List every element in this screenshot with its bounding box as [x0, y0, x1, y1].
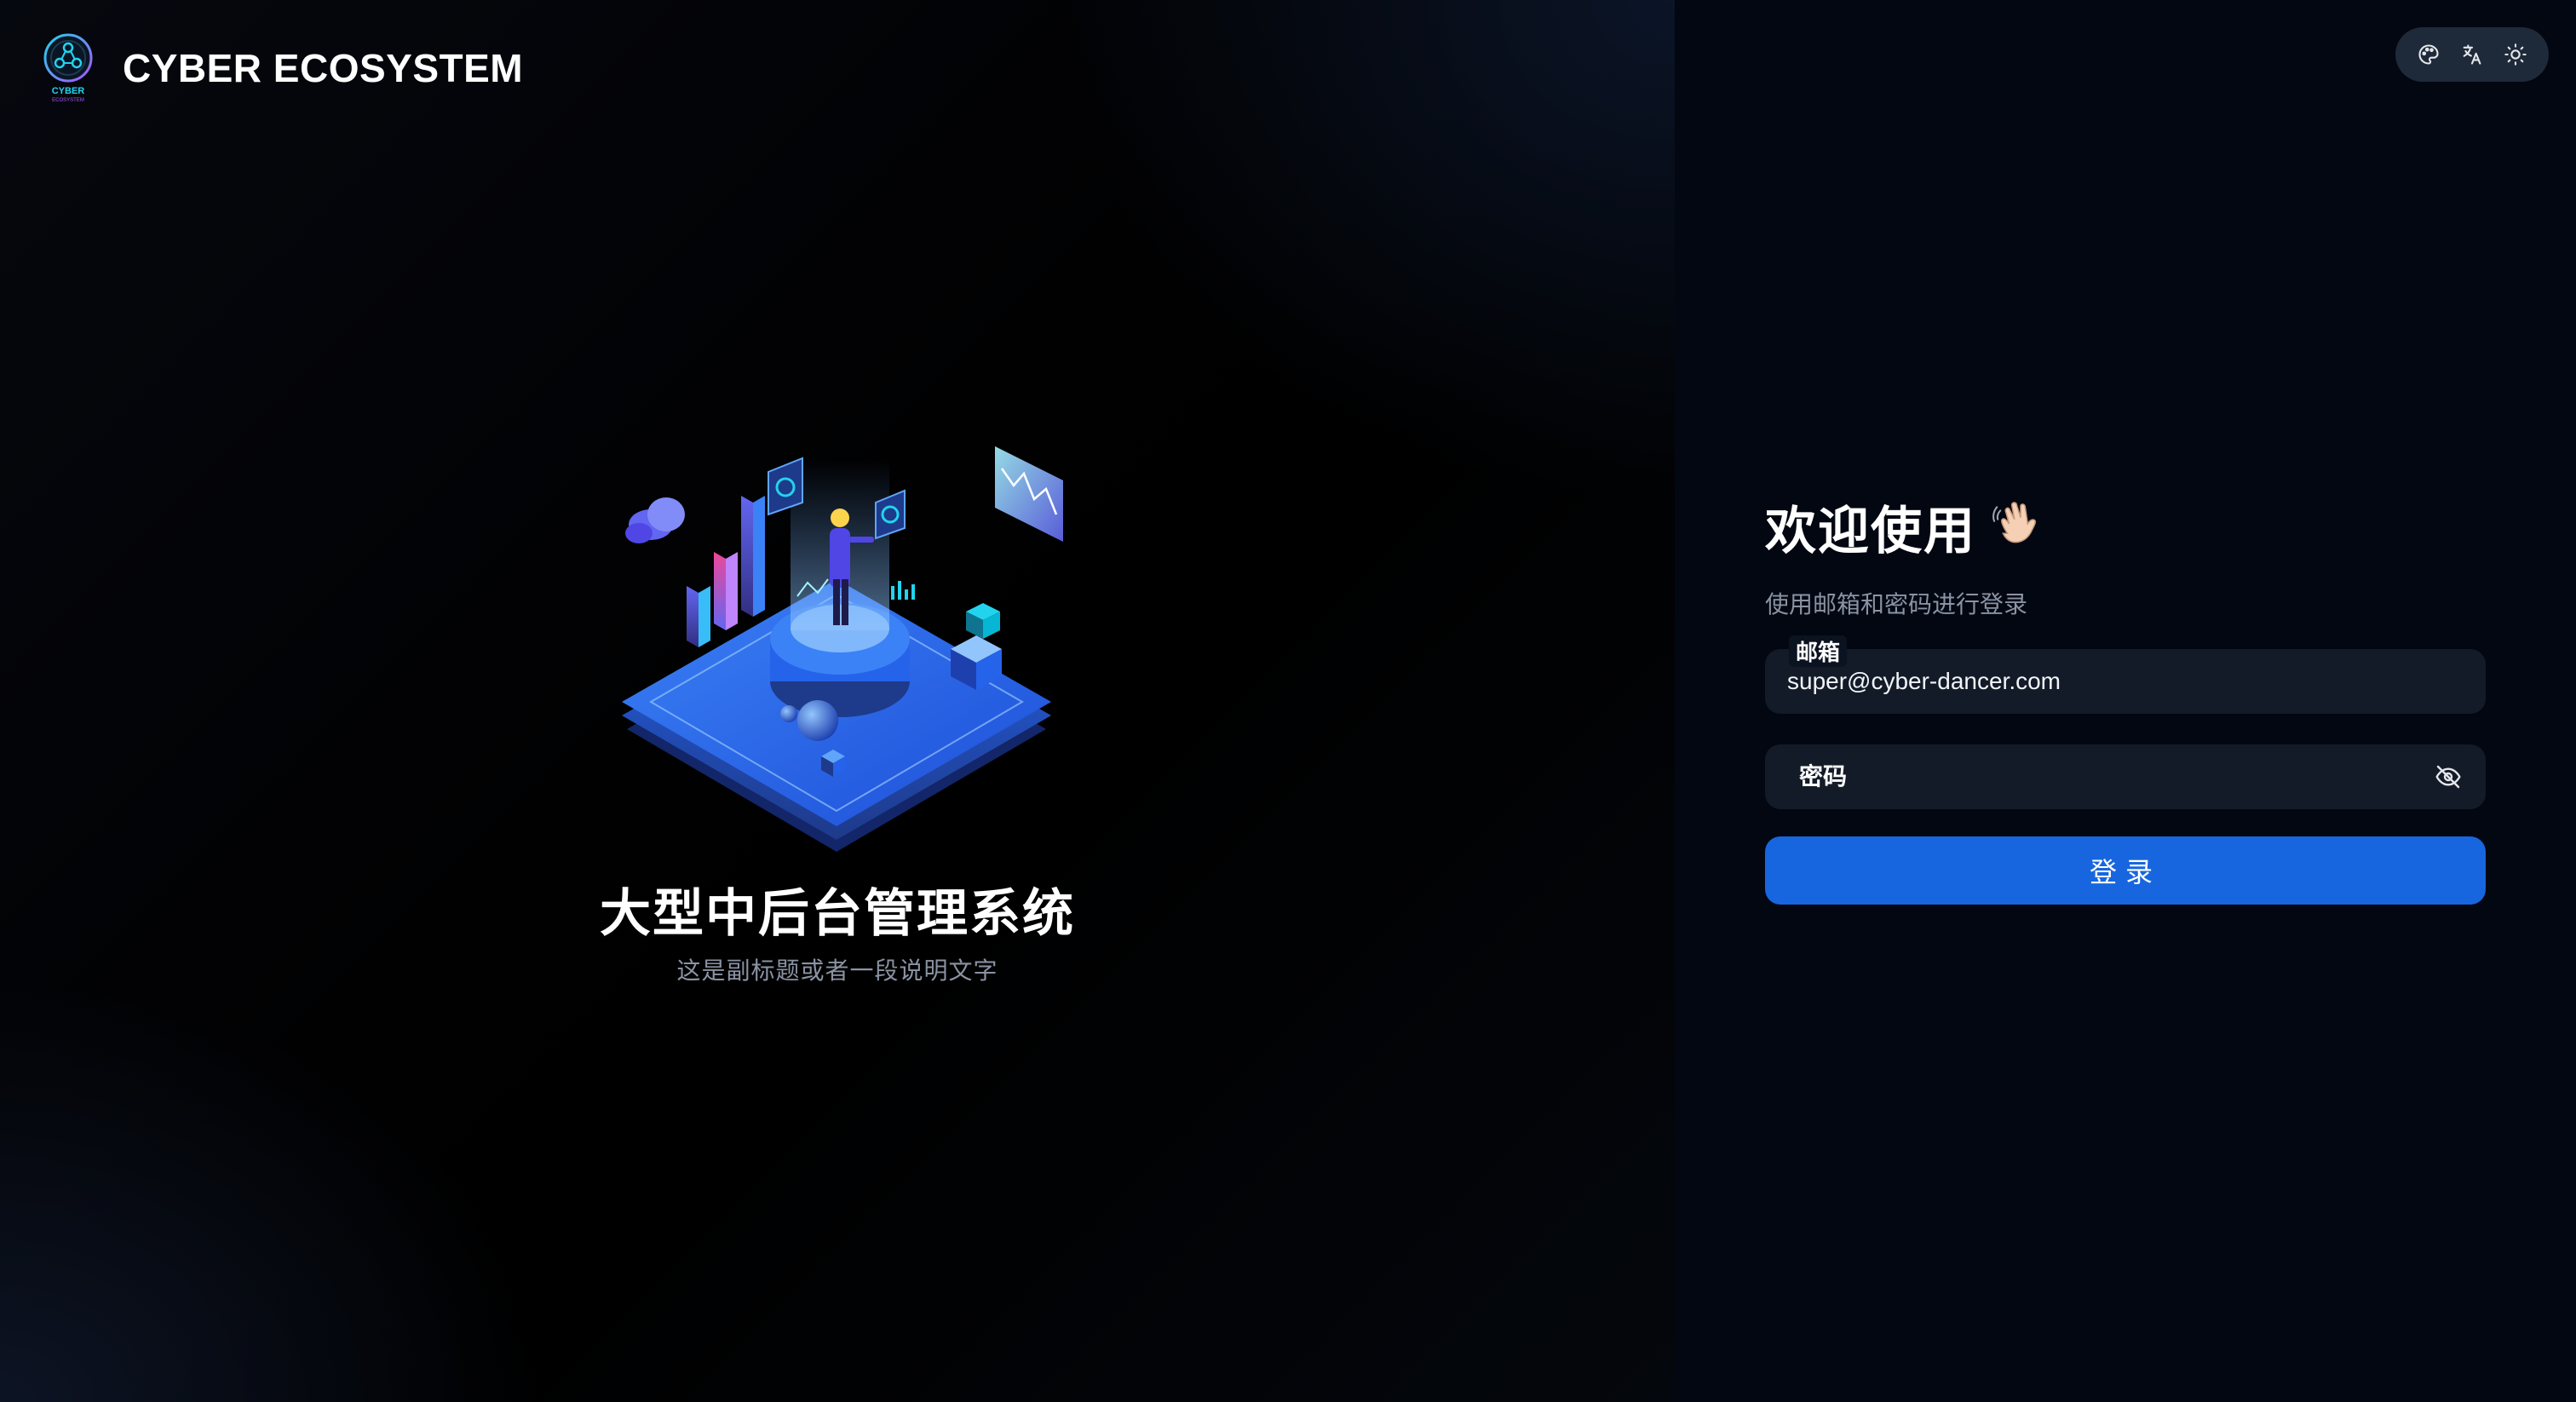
brand-title: CYBER ECOSYSTEM: [123, 46, 524, 90]
header-toolbar: [2395, 27, 2549, 82]
password-field: 密码: [1765, 744, 2486, 809]
hero-subtitle: 这是副标题或者一段说明文字: [676, 957, 998, 984]
login-form: 欢迎使用 使用邮箱和密码进行登录 邮箱 密码 登录: [1765, 486, 2486, 905]
welcome-subtitle: 使用邮箱和密码进行登录: [1765, 591, 2028, 618]
logo-text-bottom: ECOSYSTEM: [52, 98, 84, 103]
language-button[interactable]: [2455, 37, 2489, 72]
translate-icon: [2463, 44, 2481, 65]
theme-color-button[interactable]: [2412, 37, 2446, 72]
waving-hand-icon: [1992, 502, 2036, 543]
welcome-heading: 欢迎使用: [1765, 486, 2486, 567]
isometric-dashboard-illustration: [622, 446, 1063, 852]
password-label: 密码: [1799, 763, 1848, 790]
login-button[interactable]: 登录: [1765, 836, 2486, 905]
palette-icon: [2418, 44, 2439, 65]
theme-toggle-button[interactable]: [2498, 37, 2533, 72]
logo-text-top: CYBER: [52, 86, 85, 96]
brand[interactable]: CYBER ECOSYSTEM CYBER ECOSYSTEM: [41, 32, 523, 104]
welcome-title: 欢迎使用: [1765, 502, 1976, 560]
email-input[interactable]: [1787, 649, 2435, 714]
toggle-password-visibility-button[interactable]: [2433, 761, 2464, 792]
hero-title: 大型中后台管理系统: [600, 885, 1075, 942]
sun-icon: [2504, 43, 2527, 66]
email-field: 邮箱: [1765, 635, 2486, 714]
logo-icon: CYBER ECOSYSTEM: [43, 33, 93, 103]
eye-off-icon: [2435, 765, 2461, 789]
password-input[interactable]: [1867, 744, 2412, 809]
login-page: CYBER ECOSYSTEM CYBER ECOSYSTEM 大型中后台管理系…: [0, 0, 2576, 1402]
